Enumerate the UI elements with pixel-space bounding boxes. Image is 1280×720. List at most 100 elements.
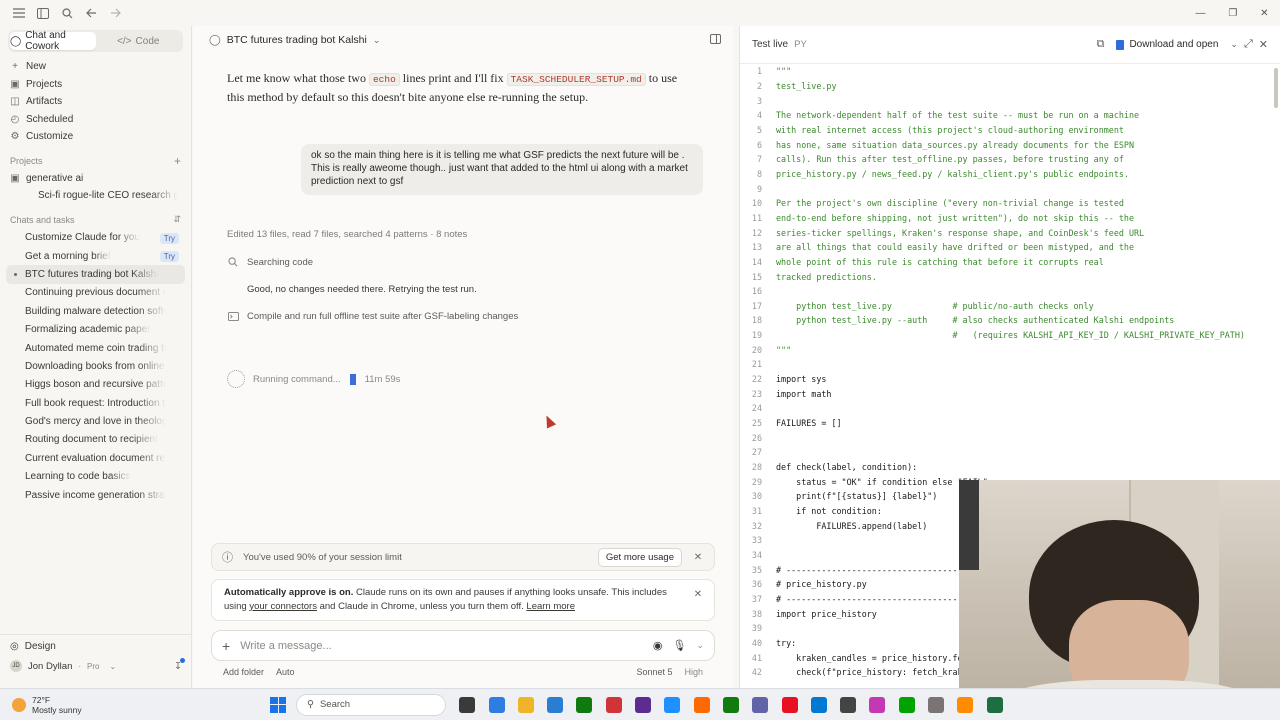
taskbar-app-icon[interactable]: [488, 696, 505, 713]
search-icon[interactable]: [60, 6, 74, 20]
line-number: 42: [751, 667, 762, 678]
taskbar-app-icon[interactable]: [898, 696, 915, 713]
project-sub-item[interactable]: Sci-fi rogue-lite CEO research gam: [0, 187, 191, 205]
code-text: import sys: [776, 374, 827, 385]
close-icon[interactable]: ✕: [692, 588, 704, 602]
chevron-down-icon[interactable]: ⌄: [1230, 39, 1238, 50]
filter-icon[interactable]: ⇵: [173, 214, 181, 225]
project-item[interactable]: ▣ generative ai: [0, 170, 191, 188]
add-folder-button[interactable]: Add folder: [223, 667, 264, 677]
line-number: 18: [751, 315, 762, 326]
message-input[interactable]: Write a message...: [240, 640, 643, 652]
sidebar-item-artifacts[interactable]: ◫ Artifacts: [0, 93, 191, 111]
message-composer[interactable]: + Write a message... ◉ 🎙 ⌄: [211, 630, 715, 661]
add-project-icon[interactable]: +: [174, 154, 181, 168]
taskbar-app-icon[interactable]: [605, 696, 622, 713]
taskbar-app-icon[interactable]: [576, 696, 593, 713]
weather-widget[interactable]: 72°F Mostly sunny: [0, 695, 270, 715]
chat-item[interactable]: Automated meme coin trading bot: [0, 339, 191, 357]
windows-start-icon[interactable]: [270, 696, 286, 713]
sidebar-item-customize[interactable]: ⚙ Customize: [0, 128, 191, 146]
chat-item[interactable]: Downloading books from online sourc: [0, 357, 191, 375]
chevron-down-icon[interactable]: ⌄: [696, 640, 704, 651]
chat-item[interactable]: Routing document to recipient: [0, 431, 191, 449]
code-text: print(f"[{status}] {label}"): [776, 491, 938, 502]
download-and-open-button[interactable]: Download and open: [1110, 36, 1224, 53]
chat-item[interactable]: Formalizing academic paper: [0, 320, 191, 338]
taskbar-app-icon[interactable]: [752, 696, 769, 713]
expand-icon[interactable]: ⤢: [1244, 38, 1253, 51]
step-compile-run[interactable]: Compile and run full offline test suite …: [227, 310, 518, 322]
taskbar-app-icon[interactable]: [957, 696, 974, 713]
chat-item[interactable]: Full book request: Introduction to pub: [0, 394, 191, 412]
chevron-down-icon[interactable]: ⌄: [373, 35, 381, 46]
edit-summary[interactable]: Edited 13 files, read 7 files, searched …: [227, 229, 467, 240]
menu-icon[interactable]: [12, 6, 26, 20]
taskbar-search[interactable]: ⚲ Search: [296, 693, 446, 716]
scrollbar[interactable]: [1274, 68, 1278, 108]
mode-selector[interactable]: Auto: [276, 667, 295, 677]
minimize-icon[interactable]: —: [1195, 8, 1205, 19]
chat-item[interactable]: BTC futures trading bot Kalshi: [6, 265, 185, 284]
chat-item[interactable]: God's mercy and love in theological ev: [0, 412, 191, 430]
code-text: # price_history.py: [776, 579, 867, 590]
copy-icon[interactable]: ⧉: [1097, 38, 1105, 51]
chat-item[interactable]: Customize Claude for you Try: [0, 229, 191, 247]
conversation-title[interactable]: BTC futures trading bot Kalshi: [227, 34, 367, 46]
chat-item-label: Automated meme coin trading bot: [25, 342, 166, 354]
learn-more-link[interactable]: Learn more: [526, 601, 575, 612]
step-searching-code[interactable]: Searching code: [227, 256, 313, 268]
close-icon[interactable]: ✕: [692, 552, 704, 563]
chats-section-header: Chats and tasks ⇵: [0, 211, 191, 229]
design-button[interactable]: ◎ Design: [0, 635, 192, 658]
sidebar-toggle-icon[interactable]: [36, 6, 50, 20]
plus-icon[interactable]: +: [222, 638, 230, 654]
taskbar-app-icon[interactable]: [664, 696, 681, 713]
chat-item[interactable]: Higgs boson and recursive patterns: [0, 376, 191, 394]
forward-arrow-icon[interactable]: [108, 6, 122, 20]
download-icon[interactable]: ↧: [174, 657, 185, 672]
chat-item[interactable]: Learning to code basics: [0, 468, 191, 486]
close-icon[interactable]: ✕: [1259, 38, 1268, 51]
back-arrow-icon[interactable]: [84, 6, 98, 20]
taskbar-app-icon[interactable]: [547, 696, 564, 713]
panel-toggle-icon[interactable]: [710, 34, 721, 47]
user-menu[interactable]: JD Jon Dyllan · Pro ⌄ ↧: [0, 657, 192, 674]
connectors-link[interactable]: your connectors: [249, 601, 317, 612]
maximize-icon[interactable]: ❐: [1228, 8, 1237, 19]
record-icon[interactable]: ◉: [653, 639, 663, 652]
step-label: Compile and run full offline test suite …: [247, 310, 519, 322]
taskbar-app-icon[interactable]: [810, 696, 827, 713]
taskbar-app-icon[interactable]: [459, 696, 476, 713]
code-line: 3: [740, 93, 1275, 108]
search-icon: [227, 256, 239, 268]
taskbar-app-icon[interactable]: [986, 696, 1003, 713]
chat-item[interactable]: Passive income generation strategies: [0, 486, 191, 504]
model-selector[interactable]: Sonnet 5: [636, 667, 672, 677]
taskbar-app-icon[interactable]: [517, 696, 534, 713]
effort-selector[interactable]: High: [684, 667, 703, 677]
chat-item[interactable]: Building malware detection software: [0, 302, 191, 320]
line-number: 24: [751, 403, 762, 414]
get-more-usage-button[interactable]: Get more usage: [597, 547, 682, 567]
section-title: Chats and tasks: [10, 214, 75, 225]
close-window-icon[interactable]: ✕: [1260, 8, 1268, 19]
code-line: 10 Per the project's own discipline ("eve…: [740, 196, 1275, 211]
line-number: 25: [751, 418, 762, 429]
taskbar-app-icon[interactable]: [840, 696, 857, 713]
microphone-icon[interactable]: 🎙: [672, 639, 686, 652]
taskbar-app-icon[interactable]: [693, 696, 710, 713]
chat-item[interactable]: Current evaluation document review: [0, 449, 191, 467]
taskbar-app-icon[interactable]: [781, 696, 798, 713]
chat-item[interactable]: Continuing previous document discu: [0, 284, 191, 302]
taskbar-app-icon[interactable]: [722, 696, 739, 713]
chat-item[interactable]: Get a morning brief Try: [0, 247, 191, 265]
tab-chat-and-cowork[interactable]: ◯ Chat and Cowork: [10, 30, 96, 52]
sidebar-item-projects[interactable]: ▣ Projects: [0, 76, 191, 94]
tab-code[interactable]: </> Code: [96, 32, 182, 50]
sidebar-item-scheduled[interactable]: ◴ Scheduled: [0, 111, 191, 129]
sidebar-item-new[interactable]: + New: [0, 58, 191, 76]
taskbar-app-icon[interactable]: [928, 696, 945, 713]
taskbar-app-icon[interactable]: [869, 696, 886, 713]
taskbar-app-icon[interactable]: [635, 696, 652, 713]
